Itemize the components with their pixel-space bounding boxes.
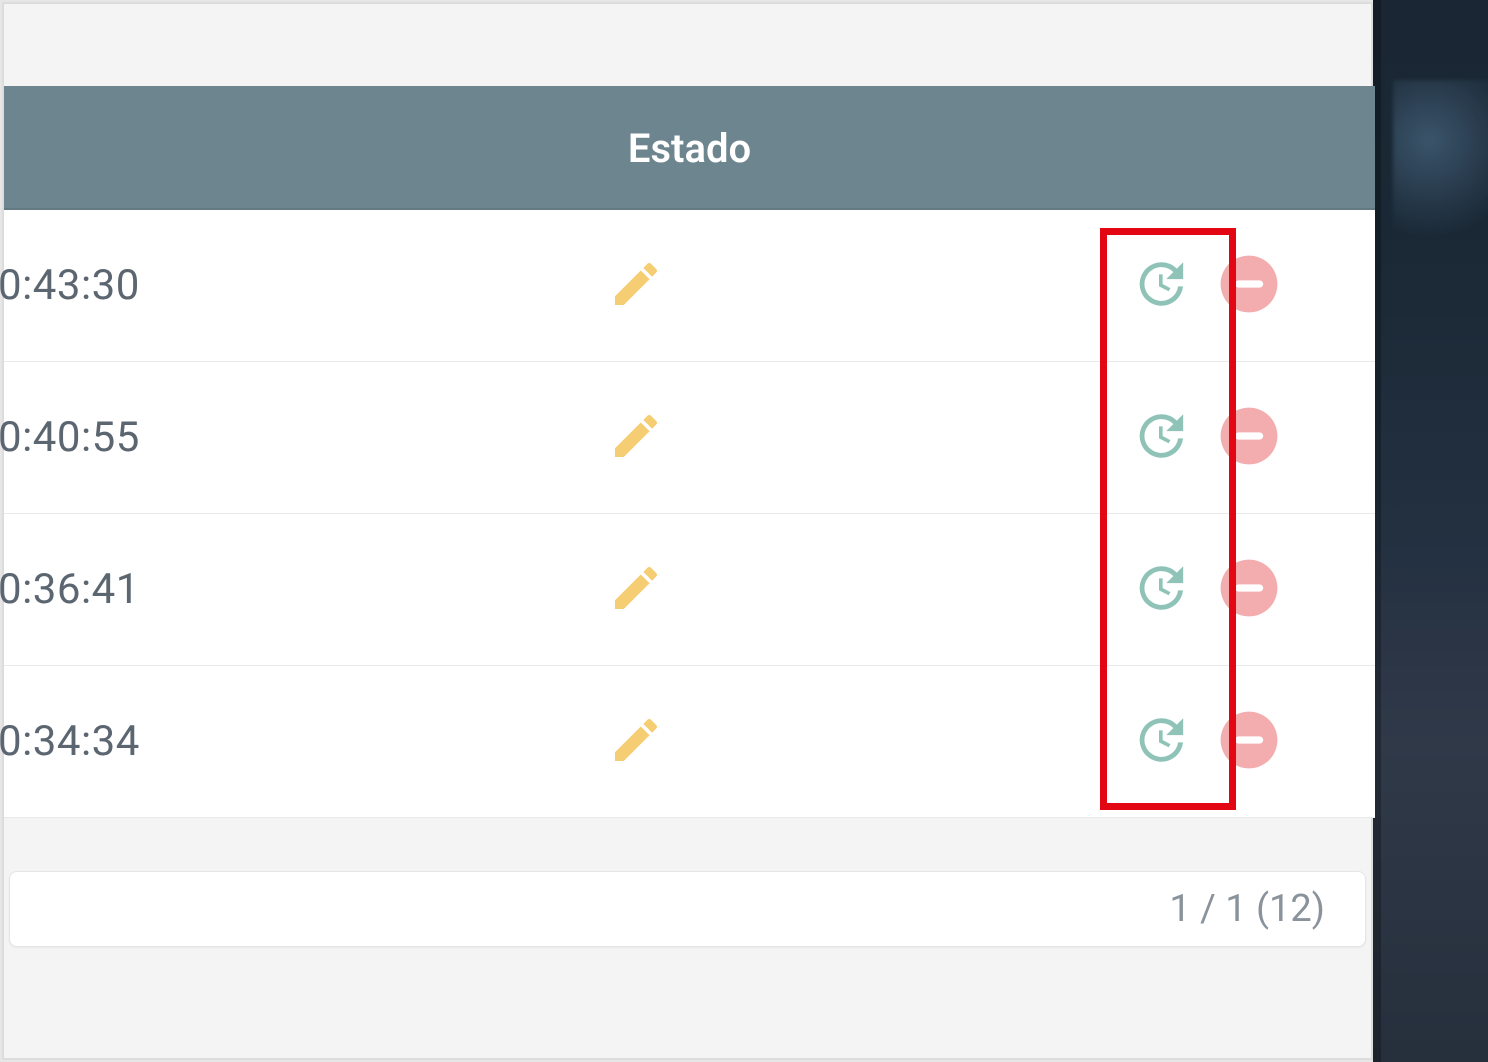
table-row: 0:43:30 xyxy=(4,210,1375,362)
time-cell: 0:36:41 xyxy=(0,565,418,614)
history-icon xyxy=(1130,407,1188,465)
desktop-background-strip xyxy=(1373,0,1488,1062)
history-icon xyxy=(1130,711,1188,769)
desktop-glow xyxy=(1393,80,1488,280)
time-cell: 0:43:30 xyxy=(0,261,418,310)
table-row: 0:36:41 xyxy=(4,514,1375,666)
table-body: 0:43:30 xyxy=(4,210,1375,818)
edit-button[interactable] xyxy=(608,560,664,620)
history-icon xyxy=(1130,255,1188,313)
row-actions xyxy=(1130,253,1280,319)
edit-button[interactable] xyxy=(608,712,664,772)
delete-button[interactable] xyxy=(1218,709,1280,775)
row-actions xyxy=(1130,557,1280,623)
column-header-estado: Estado xyxy=(628,125,751,172)
history-button[interactable] xyxy=(1130,559,1188,621)
pencil-icon xyxy=(608,560,664,616)
table-header: Estado xyxy=(4,86,1375,210)
pencil-icon xyxy=(608,408,664,464)
history-button[interactable] xyxy=(1130,407,1188,469)
minus-circle-icon xyxy=(1218,709,1280,771)
minus-circle-icon xyxy=(1218,405,1280,467)
row-actions xyxy=(1130,405,1280,471)
edit-button[interactable] xyxy=(608,256,664,316)
table-row: 0:40:55 xyxy=(4,362,1375,514)
pagination-text: 1 / 1 (12) xyxy=(1169,887,1325,931)
minus-circle-icon xyxy=(1218,253,1280,315)
pagination-bar[interactable]: 1 / 1 (12) xyxy=(9,871,1366,947)
delete-button[interactable] xyxy=(1218,557,1280,623)
minus-circle-icon xyxy=(1218,557,1280,619)
pencil-icon xyxy=(608,256,664,312)
table-row: 0:34:34 xyxy=(4,666,1375,818)
delete-button[interactable] xyxy=(1218,405,1280,471)
time-cell: 0:34:34 xyxy=(0,717,418,766)
history-button[interactable] xyxy=(1130,255,1188,317)
time-cell: 0:40:55 xyxy=(0,413,418,462)
delete-button[interactable] xyxy=(1218,253,1280,319)
row-actions xyxy=(1130,709,1280,775)
history-icon xyxy=(1130,559,1188,617)
history-button[interactable] xyxy=(1130,711,1188,773)
app-window: Estado 0:43:30 xyxy=(2,2,1373,1060)
edit-button[interactable] xyxy=(608,408,664,468)
pencil-icon xyxy=(608,712,664,768)
